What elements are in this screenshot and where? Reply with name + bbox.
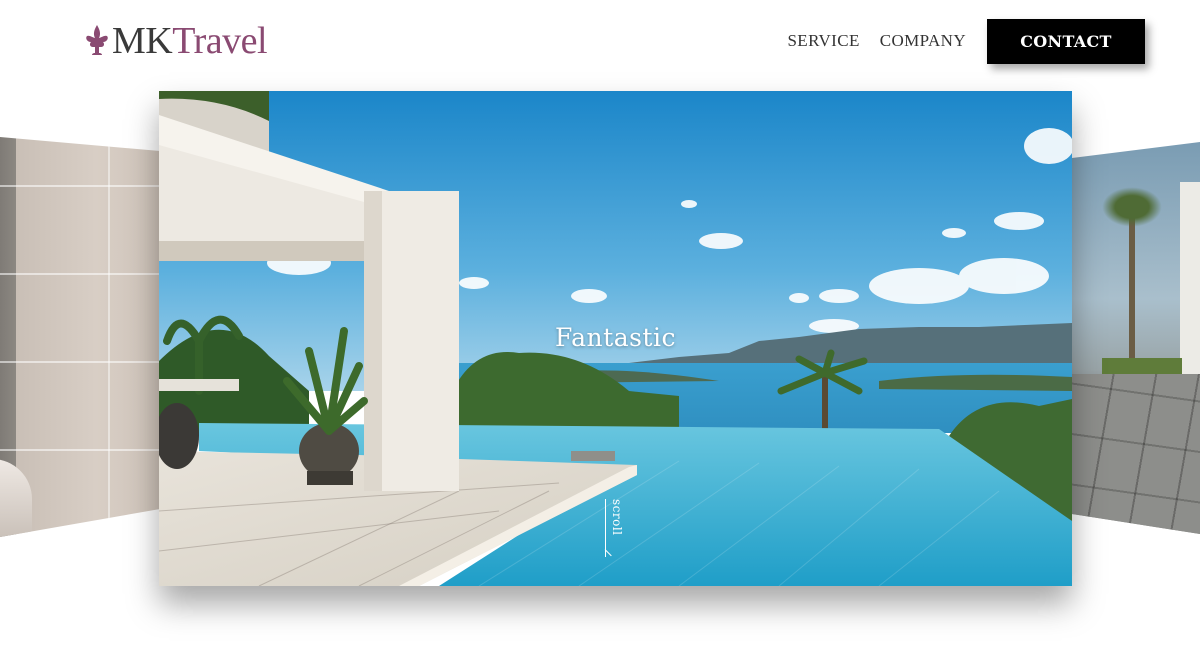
contact-button[interactable]: CONTACT [987, 19, 1145, 64]
brand-name: MKTravel [112, 18, 268, 64]
hero-title: Fantastic [555, 323, 676, 352]
hero-slide: Fantastic scroll [159, 91, 1072, 586]
fleur-de-lis-icon [86, 25, 108, 55]
scroll-label: scroll [610, 499, 624, 536]
brand-name-travel: Travel [172, 20, 268, 62]
slide-previous[interactable] [0, 137, 160, 537]
nav-service-link[interactable]: SERVICE [787, 31, 859, 51]
brand-logo[interactable]: MKTravel [84, 18, 268, 64]
main-nav: SERVICE COMPANY [787, 31, 966, 51]
nav-company-link[interactable]: COMPANY [880, 31, 966, 51]
scroll-indicator[interactable]: scroll [603, 499, 624, 561]
brand-name-mk: MK [112, 20, 173, 62]
palm-leaves-image [1102, 187, 1162, 227]
palm-trunk-image [1129, 212, 1135, 372]
slide-next[interactable] [1072, 142, 1200, 534]
paving-image [1072, 374, 1200, 534]
